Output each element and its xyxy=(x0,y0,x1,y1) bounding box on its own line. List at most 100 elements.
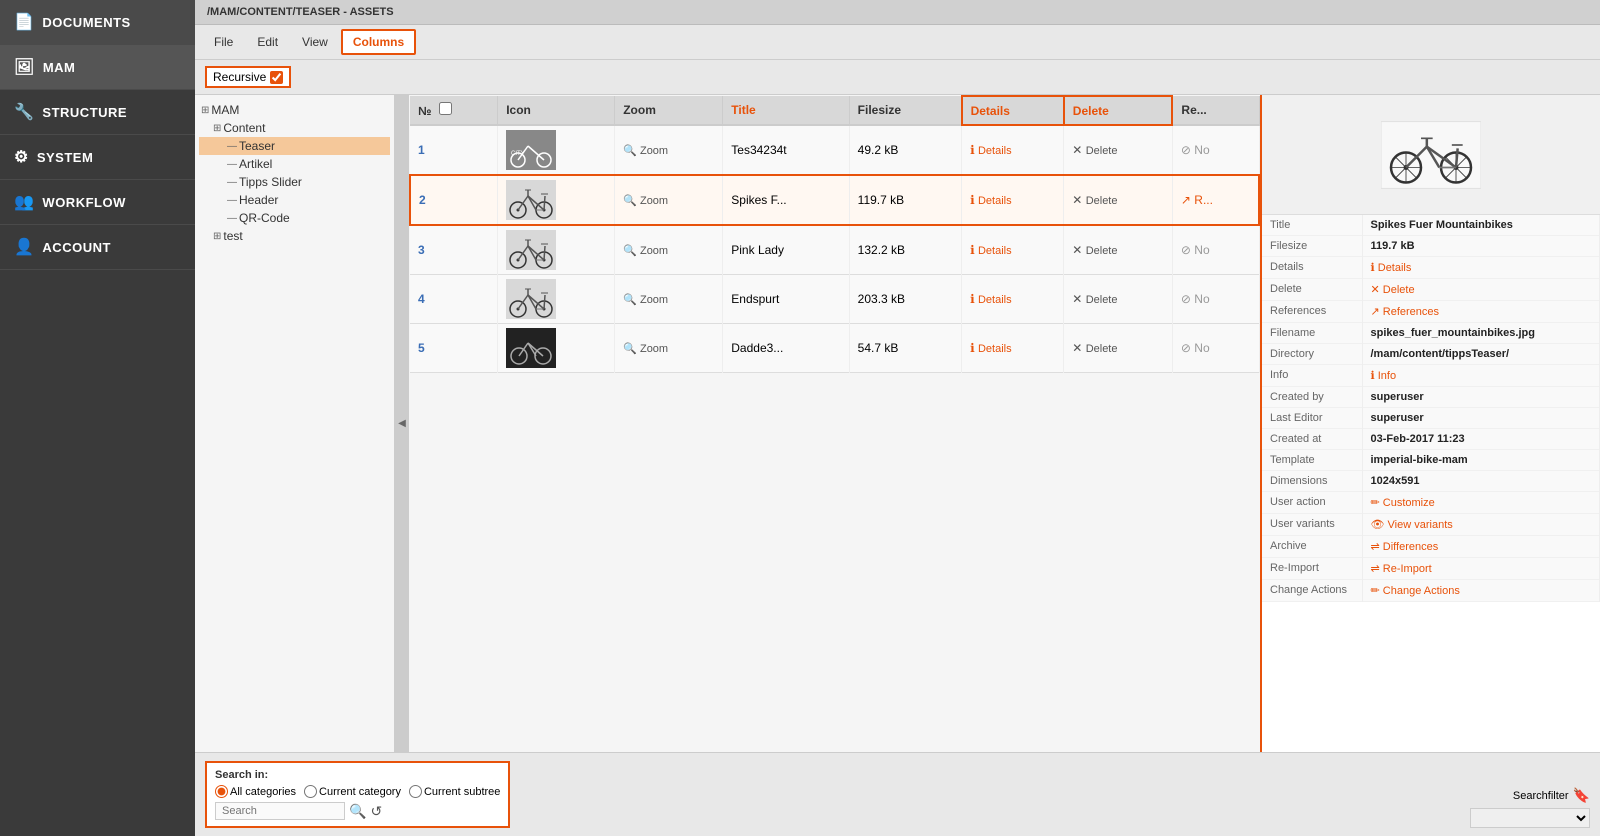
search-refresh-icon[interactable]: ↺ xyxy=(370,803,382,820)
tree-node-content[interactable]: ⊞ Content xyxy=(199,119,390,137)
search-submit-icon[interactable]: 🔍 xyxy=(349,803,366,820)
cell-details[interactable]: ℹ Details xyxy=(962,275,1064,324)
radio-all-categories[interactable]: All categories xyxy=(215,785,296,798)
sidebar-label-structure: STRUCTURE xyxy=(42,105,127,120)
tree-node-teaser[interactable]: — Teaser xyxy=(199,137,390,155)
table-row[interactable]: 2 🔍 ZoomSpikes F...119.7 kBℹ Details✕ De… xyxy=(410,175,1259,225)
sidebar-item-documents[interactable]: 📄 DOCUMENTS xyxy=(0,0,195,45)
table-row[interactable]: 4 🔍 ZoomEndspurt203.3 kBℹ Details✕ Delet… xyxy=(410,275,1259,324)
bike-preview-svg xyxy=(1381,115,1481,195)
details-link[interactable]: Details xyxy=(978,145,1012,157)
table-row[interactable]: 3 🔍 ZoomPink Lady132.2 kBℹ Details✕ Dele… xyxy=(410,225,1259,275)
documents-icon: 📄 xyxy=(14,12,34,32)
detail-title-label: Title xyxy=(1262,215,1362,236)
sidebar-item-structure[interactable]: 🔧 STRUCTURE xyxy=(0,90,195,135)
zoom-link[interactable]: 🔍 Zoom xyxy=(623,195,668,207)
radio-current-category[interactable]: Current category xyxy=(304,785,401,798)
menu-edit[interactable]: Edit xyxy=(246,30,289,54)
zoom-link[interactable]: 🔍 Zoom xyxy=(623,145,668,157)
detail-changeactions-link[interactable]: Change Actions xyxy=(1383,585,1460,597)
cell-delete[interactable]: ✕ Delete xyxy=(1064,125,1173,175)
recursive-label[interactable]: Recursive xyxy=(205,66,291,88)
cell-delete[interactable]: ✕ Delete xyxy=(1064,324,1173,373)
table-row[interactable]: 5 🔍 ZoomDadde3...54.7 kBℹ Details✕ Delet… xyxy=(410,324,1259,373)
tree-node-header[interactable]: — Header xyxy=(199,191,390,209)
tree-label-tipps: Tipps Slider xyxy=(239,175,302,189)
cell-num: 3 xyxy=(410,225,498,275)
detail-variants-link[interactable]: View variants xyxy=(1388,519,1453,531)
delete-link[interactable]: Delete xyxy=(1086,145,1118,157)
radio-subtree-input[interactable] xyxy=(409,785,422,798)
detail-references-link[interactable]: References xyxy=(1383,306,1439,318)
details-link[interactable]: Details xyxy=(978,245,1012,257)
table-row[interactable]: 1 CITY 🔍 ZoomTes34234t49.2 kBℹ Details✕ … xyxy=(410,125,1259,175)
detail-lasteditor-label: Last Editor xyxy=(1262,408,1362,429)
cell-details[interactable]: ℹ Details xyxy=(962,225,1064,275)
search-input[interactable] xyxy=(215,802,345,820)
cell-zoom[interactable]: 🔍 Zoom xyxy=(615,125,723,175)
tree-node-tipps[interactable]: — Tipps Slider xyxy=(199,173,390,191)
cell-details[interactable]: ℹ Details xyxy=(962,175,1064,225)
sidebar-item-workflow[interactable]: 👥 WORKFLOW xyxy=(0,180,195,225)
tree-node-test[interactable]: ⊞ test xyxy=(199,227,390,245)
radio-current-subtree[interactable]: Current subtree xyxy=(409,785,500,798)
tree-label-test: test xyxy=(223,229,242,243)
sidebar: 📄 DOCUMENTS 🖼 MAM 🔧 STRUCTURE ⚙ SYSTEM 👥… xyxy=(0,0,195,836)
content-area: ⊞ MAM ⊞ Content — Teaser — Artikel — T xyxy=(195,95,1600,752)
detail-differences-link[interactable]: Differences xyxy=(1383,541,1438,553)
cell-thumb xyxy=(498,324,615,373)
zoom-link[interactable]: 🔍 Zoom xyxy=(623,343,668,355)
details-link[interactable]: Details xyxy=(978,343,1012,355)
expand-icon-content: ⊞ xyxy=(213,123,221,134)
detail-customize-link[interactable]: Customize xyxy=(1383,497,1435,509)
cell-delete[interactable]: ✕ Delete xyxy=(1064,275,1173,324)
delete-link[interactable]: Delete xyxy=(1086,195,1118,207)
search-box: Search in: All categories Current catego… xyxy=(205,761,510,828)
menu-view[interactable]: View xyxy=(291,30,339,54)
cell-details[interactable]: ℹ Details xyxy=(962,324,1064,373)
sidebar-item-account[interactable]: 👤 ACCOUNT xyxy=(0,225,195,270)
menu-file[interactable]: File xyxy=(203,30,244,54)
cell-zoom[interactable]: 🔍 Zoom xyxy=(615,225,723,275)
detail-delete-link[interactable]: Delete xyxy=(1383,284,1415,296)
collapse-handle[interactable]: ◀ xyxy=(395,95,409,752)
detail-references-cell: ↗ References xyxy=(1362,301,1600,323)
cell-details[interactable]: ℹ Details xyxy=(962,125,1064,175)
searchfilter-area: Searchfilter 🔖 xyxy=(1470,787,1590,828)
tree-node-artikel[interactable]: — Artikel xyxy=(199,155,390,173)
delete-link[interactable]: Delete xyxy=(1086,294,1118,306)
sidebar-item-mam[interactable]: 🖼 MAM xyxy=(0,45,195,90)
cell-zoom[interactable]: 🔍 Zoom xyxy=(615,324,723,373)
recursive-checkbox[interactable] xyxy=(270,71,283,84)
search-in-label: Search in: xyxy=(215,769,500,781)
mam-icon: 🖼 xyxy=(14,57,35,77)
detail-filename-label: Filename xyxy=(1262,323,1362,344)
radio-current-input[interactable] xyxy=(304,785,317,798)
cell-delete[interactable]: ✕ Delete xyxy=(1064,225,1173,275)
detail-references-icon: ↗ xyxy=(1371,306,1380,318)
cell-zoom[interactable]: 🔍 Zoom xyxy=(615,175,723,225)
delete-link[interactable]: Delete xyxy=(1086,245,1118,257)
menu-columns[interactable]: Columns xyxy=(341,29,416,55)
detail-info-icon2: ℹ xyxy=(1371,370,1375,382)
searchfilter-select[interactable] xyxy=(1470,808,1590,828)
select-all-checkbox[interactable] xyxy=(439,102,452,115)
detail-dimensions-label: Dimensions xyxy=(1262,471,1362,492)
detail-details-link[interactable]: Details xyxy=(1378,262,1412,274)
zoom-link[interactable]: 🔍 Zoom xyxy=(623,245,668,257)
detail-reimport-link[interactable]: Re-Import xyxy=(1383,563,1432,575)
detail-createdby-value: superuser xyxy=(1362,387,1600,408)
sidebar-item-system[interactable]: ⚙ SYSTEM xyxy=(0,135,195,180)
cell-delete[interactable]: ✕ Delete xyxy=(1064,175,1173,225)
sidebar-label-documents: DOCUMENTS xyxy=(42,15,130,30)
detail-filename-value: spikes_fuer_mountainbikes.jpg xyxy=(1362,323,1600,344)
radio-all-input[interactable] xyxy=(215,785,228,798)
tree-node-mam[interactable]: ⊞ MAM xyxy=(199,101,390,119)
tree-node-qrcode[interactable]: — QR-Code xyxy=(199,209,390,227)
details-link[interactable]: Details xyxy=(978,195,1012,207)
cell-zoom[interactable]: 🔍 Zoom xyxy=(615,275,723,324)
detail-info-link[interactable]: Info xyxy=(1378,370,1396,382)
delete-link[interactable]: Delete xyxy=(1086,343,1118,355)
details-link[interactable]: Details xyxy=(978,294,1012,306)
zoom-link[interactable]: 🔍 Zoom xyxy=(623,294,668,306)
